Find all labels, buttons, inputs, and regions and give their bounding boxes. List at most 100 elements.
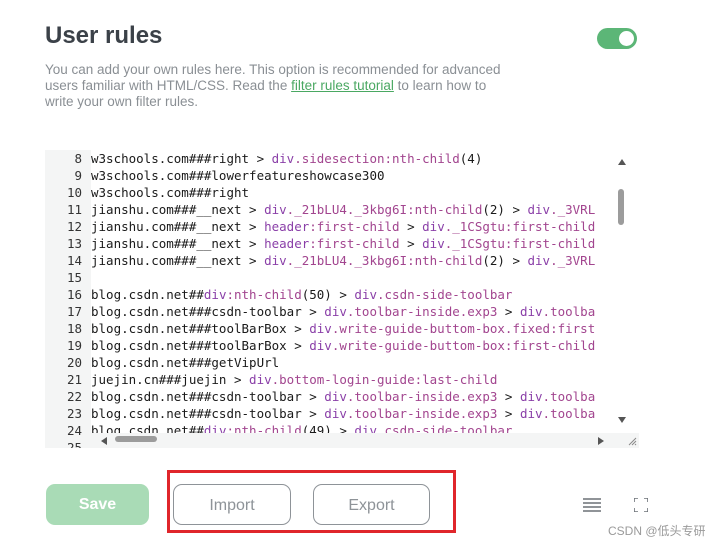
code-line: jianshu.com###__next > div._21bLU4._3kbg… xyxy=(91,201,595,218)
code-token: .sidesection:nth-child xyxy=(294,151,460,166)
code-line: juejin.cn###juejin > div.bottom-login-gu… xyxy=(91,371,497,388)
rules-editor[interactable]: 8 9 10 11 12 13 14 15 16 17 18 19 20 21 22 23 24 25 w3sch… xyxy=(45,150,639,448)
code-token: .bottom-login-guide:last-child xyxy=(271,372,498,387)
code-token: :first-child xyxy=(309,219,400,234)
code-line: jianshu.com###__next > header:first-chil… xyxy=(91,235,595,252)
code-line: blog.csdn.net###csdn-toolbar > div .toolb… xyxy=(91,303,595,320)
code-token: ._1CSgtu:first-child xyxy=(444,236,596,251)
code-token: div xyxy=(324,406,347,421)
code-token: jianshu.com###__next xyxy=(91,236,242,251)
highlight-box xyxy=(167,470,456,533)
code-token: > xyxy=(301,389,325,404)
code-line: jianshu.com###__next > header:first-chil… xyxy=(91,218,595,235)
code-token: header xyxy=(264,219,310,234)
code-token: div xyxy=(324,389,347,404)
code-token: > xyxy=(301,304,325,319)
code-token: > xyxy=(241,202,265,217)
code-line: w3schools.com###lowerfeatureshowcase300 xyxy=(91,167,385,184)
watermark: CSDN @低头专研 xyxy=(608,524,706,538)
code-token: (50) > xyxy=(301,287,355,302)
code-token: :first-child xyxy=(309,236,400,251)
code-token: ._21bLU4._3kbg6I:nth-child xyxy=(286,202,483,217)
code-token: > xyxy=(497,389,520,404)
code-token: blog.csdn.net## xyxy=(91,423,204,433)
code-line: blog.csdn.net###getVipUrl xyxy=(91,354,279,371)
code-token: div xyxy=(519,406,543,421)
code-token: (4) xyxy=(459,151,483,166)
scroll-left-arrow-icon[interactable] xyxy=(100,436,108,446)
code-line: blog.csdn.net###toolBarBox > div.write-g… xyxy=(91,337,595,354)
line-number: 19 xyxy=(66,338,82,353)
code-token: .csdn-side-toolbar xyxy=(377,287,513,302)
code-token: > xyxy=(399,236,423,251)
code-token: (2) > xyxy=(482,202,528,217)
user-rules-toggle[interactable] xyxy=(597,28,637,49)
code-token: > xyxy=(399,219,423,234)
code-token: blog.csdn.net###csdn-toolbar xyxy=(91,389,302,404)
code-token: div xyxy=(519,304,543,319)
page-title: User rules xyxy=(45,22,163,49)
code-token: div xyxy=(354,423,377,433)
line-number: 24 xyxy=(66,423,82,438)
code-token: div xyxy=(354,287,377,302)
code-line: blog.csdn.net###toolBarBox > div.write-g… xyxy=(91,320,595,337)
code-token: div xyxy=(309,338,332,353)
code-token: w3schools.com###lowerfeatureshowcase300 xyxy=(91,168,385,183)
horizontal-scroll-thumb[interactable] xyxy=(115,436,157,442)
vertical-scroll-thumb[interactable] xyxy=(618,189,624,225)
code-token: > xyxy=(241,219,265,234)
code-token: blog.csdn.net###toolBarBox xyxy=(91,321,287,336)
scroll-right-arrow-icon[interactable] xyxy=(597,436,605,446)
code-token: blog.csdn.net###toolBarBox xyxy=(91,338,287,353)
scroll-up-arrow-icon[interactable] xyxy=(617,158,627,166)
line-number: 11 xyxy=(66,202,82,217)
code-token: :nth-child xyxy=(226,287,302,302)
line-number: 9 xyxy=(74,168,82,183)
scroll-down-arrow-icon[interactable] xyxy=(617,416,627,424)
fullscreen-icon[interactable] xyxy=(633,497,649,517)
code-token: .toolbar-inside.exp3 xyxy=(346,304,498,319)
code-token: jianshu.com###__next xyxy=(91,253,242,268)
code-token: juejin.cn###juejin xyxy=(91,372,227,387)
code-token: > xyxy=(497,406,520,421)
horizontal-scrollbar[interactable] xyxy=(91,433,639,448)
code-token: > xyxy=(241,236,265,251)
resize-grip-icon[interactable] xyxy=(628,437,637,446)
line-number: 8 xyxy=(74,151,82,166)
filter-rules-tutorial-link[interactable]: filter rules tutorial xyxy=(291,78,394,93)
code-token: blog.csdn.net###csdn-toolbar xyxy=(91,304,302,319)
code-token: div xyxy=(527,202,551,217)
line-number: 20 xyxy=(66,355,82,370)
code-token: div xyxy=(249,372,272,387)
line-number: 21 xyxy=(66,372,82,387)
code-token: div xyxy=(309,321,332,336)
code-token: .toolbar-inside.exp3 xyxy=(346,389,498,404)
code-token: blog.csdn.net## xyxy=(91,287,204,302)
code-token: .toolbar-inside.exp3 xyxy=(346,406,498,421)
code-token: > xyxy=(497,304,520,319)
line-number: 12 xyxy=(66,219,82,234)
code-token: ._3VRL xyxy=(550,253,596,268)
code-token: (49) > xyxy=(301,423,355,433)
code-line: blog.csdn.net###csdn-toolbar > div.toolb… xyxy=(91,405,595,422)
line-number: 16 xyxy=(66,287,82,302)
code-token: jianshu.com###__next xyxy=(91,202,242,217)
line-number: 17 xyxy=(66,304,82,319)
code-token: > xyxy=(301,406,325,421)
code-area[interactable]: w3schools.com###right > div.sidesection:… xyxy=(91,150,639,433)
line-number: 23 xyxy=(66,406,82,421)
code-token: > xyxy=(249,151,272,166)
code-token: > xyxy=(286,338,310,353)
list-icon[interactable] xyxy=(583,498,601,517)
code-token: div xyxy=(264,202,287,217)
description: You can add your own rules here. This op… xyxy=(45,62,505,110)
code-token: div xyxy=(203,423,227,433)
code-token: .write-guide-buttom-box:first-child xyxy=(331,338,596,353)
code-token: blog.csdn.net###csdn-toolbar xyxy=(91,406,302,421)
save-button[interactable]: Save xyxy=(46,484,149,525)
code-token: div xyxy=(527,253,551,268)
code-token: jianshu.com###__next xyxy=(91,219,242,234)
code-line: jianshu.com###__next > div._21bLU4._3kbg… xyxy=(91,252,595,269)
code-token: > xyxy=(286,321,310,336)
code-token: ._3VRL xyxy=(550,202,596,217)
